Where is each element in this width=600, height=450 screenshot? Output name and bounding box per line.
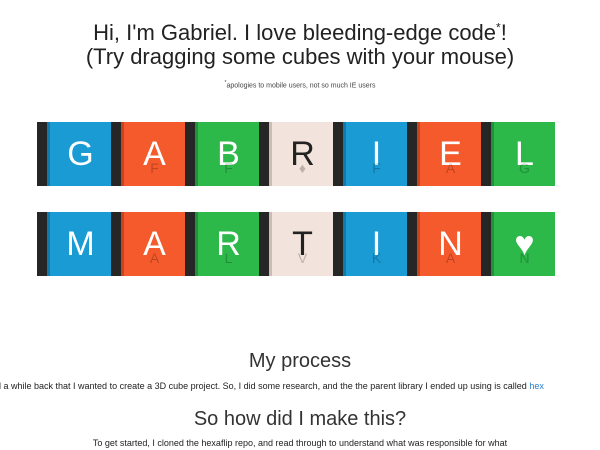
cube-letter: L [494, 122, 555, 186]
cube-row2-7[interactable]: ♥ N [481, 212, 555, 276]
cube-letter: A [124, 212, 185, 276]
cube-side-shadow [407, 122, 417, 186]
cube-back-face-letter: G [519, 160, 530, 176]
cube-back-face-letter: A [445, 160, 456, 176]
process-paragraph-text: d a while back that I wanted to create a… [0, 381, 530, 391]
cube-back-face-letter: A [445, 250, 456, 266]
cube-side-shadow [333, 212, 343, 276]
hero-title-line-1: Hi, I'm Gabriel. I love bleeding-edge co… [0, 20, 600, 46]
cube-letter: M [50, 212, 111, 276]
how-paragraph: To get started, I cloned the hexaflip re… [92, 438, 508, 448]
cube-letter: ♥ [494, 212, 555, 276]
cube-row1-6[interactable]: EA [407, 122, 481, 186]
cube-side-shadow [259, 122, 269, 186]
cube-side-shadow [481, 122, 491, 186]
process-paragraph: d a while back that I wanted to create a… [0, 381, 596, 391]
cube-side-shadow [407, 212, 417, 276]
cube-row-martin: M A A R L T V I K N A ♥ N [0, 212, 600, 276]
hero-intro-text: Hi, I'm Gabriel. I love bleeding-edge co… [93, 20, 497, 45]
cube-row2-1[interactable]: M [37, 212, 111, 276]
cube-row-gabriel: G A F B F R ♦ I F E A L G [0, 122, 600, 186]
cube-letter: R [272, 122, 333, 186]
cube-row1-5[interactable]: IF [333, 122, 407, 186]
cube-letter: A [124, 122, 185, 186]
cube-side-shadow [185, 212, 195, 276]
cube-back-face-letter: ♦ [298, 160, 307, 176]
cube-side-shadow [111, 122, 121, 186]
cube-side-shadow [333, 122, 343, 186]
cube-row2-5[interactable]: IK [333, 212, 407, 276]
cube-letter: B [198, 122, 259, 186]
cube-side-shadow [37, 212, 47, 276]
cube-letter: G [50, 122, 111, 186]
how-heading: So how did I make this? [193, 408, 407, 430]
cube-back-face-letter: F [372, 160, 381, 176]
cube-row2-3[interactable]: RL [185, 212, 259, 276]
cube-side-shadow [111, 212, 121, 276]
cube-row1-4[interactable]: R ♦ [259, 122, 333, 186]
cube-side-shadow [481, 212, 491, 276]
cube-row1-2[interactable]: AF [111, 122, 185, 186]
cube-back-face-letter: F [150, 160, 159, 176]
cube-letter: E [420, 122, 481, 186]
cube-side-shadow [185, 122, 195, 186]
cube-side-shadow [259, 212, 269, 276]
cube-letter: N [420, 212, 481, 276]
cube-row1-7[interactable]: LG [481, 122, 555, 186]
cube-letter: R [198, 212, 259, 276]
cube-letter: I [346, 122, 407, 186]
apology-text: apologies to mobile users, not so much I… [226, 82, 376, 90]
cube-row2-6[interactable]: NA [407, 212, 481, 276]
cube-row1-3[interactable]: BF [185, 122, 259, 186]
cube-row2-4[interactable]: TV [259, 212, 333, 276]
cube-back-face-letter: V [297, 250, 308, 266]
cube-letter: I [346, 212, 407, 276]
cube-back-face-letter: L [224, 250, 233, 266]
process-heading: My process [248, 350, 352, 372]
cube-row2-2[interactable]: AA [111, 212, 185, 276]
hero-title-line-2: (Try dragging some cubes with your mouse… [85, 44, 515, 69]
apology-note: *apologies to mobile users, not so much … [0, 80, 600, 89]
cube-row1-1[interactable]: G [37, 122, 111, 186]
hexaflip-link[interactable]: hex [529, 381, 544, 391]
cube-back-face-letter: A [149, 250, 160, 266]
cube-letter: T [272, 212, 333, 276]
cube-back-face-letter: K [371, 250, 382, 266]
cube-side-shadow [37, 122, 47, 186]
hero-exclamation: ! [500, 20, 507, 45]
cube-back-face-letter: F [224, 160, 233, 176]
cube-back-face-letter: N [519, 250, 530, 266]
